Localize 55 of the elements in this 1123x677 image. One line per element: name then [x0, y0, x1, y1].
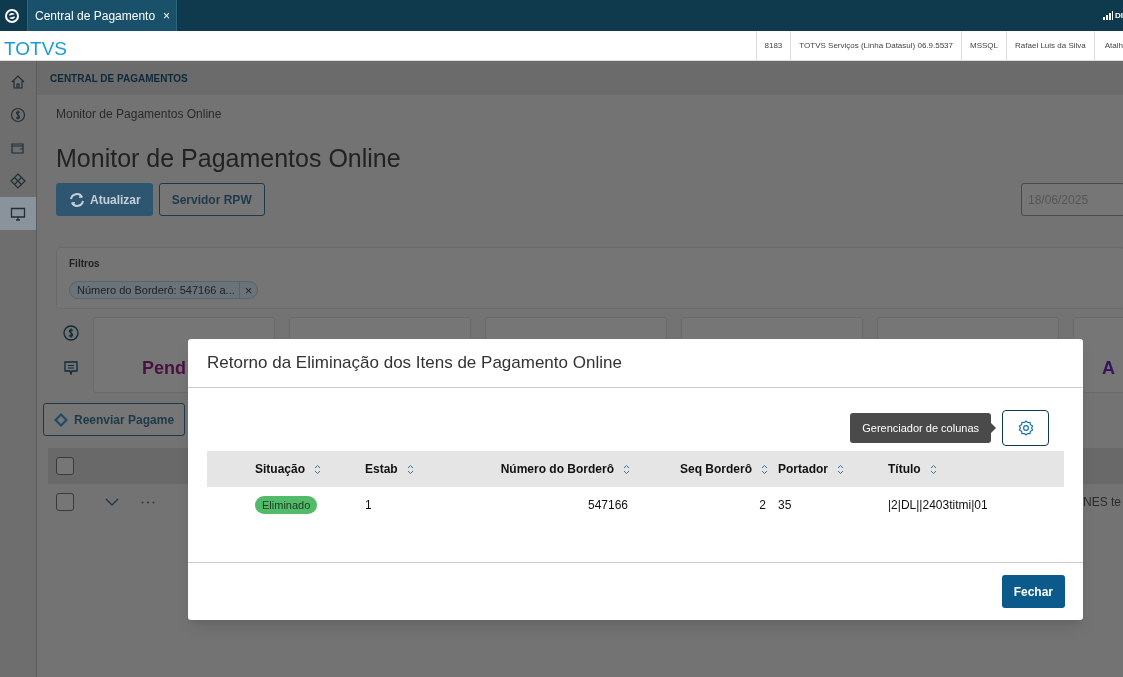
column-header[interactable]: Seq Borderô — [680, 460, 752, 478]
signal-icon — [1103, 11, 1113, 20]
table-cell-text: |2|DL||2403titmi|01 — [888, 497, 988, 514]
refresh-button[interactable]: Atualizar — [56, 183, 153, 216]
filter-label: Filtros — [69, 257, 101, 271]
settings-button[interactable] — [1002, 410, 1049, 446]
section-title: CENTRAL DE PAGAMENTOS — [50, 71, 188, 86]
card-label: Pend — [142, 357, 186, 380]
sort-icon[interactable] — [929, 463, 937, 475]
card-label: A — [1102, 357, 1115, 380]
diamond-icon — [10, 172, 26, 189]
chevron-down-icon[interactable] — [105, 498, 119, 506]
status-text: DI — [1115, 9, 1123, 22]
tab[interactable]: Central de Pagamento — [35, 6, 156, 25]
settings-icon — [1017, 420, 1034, 436]
column-header[interactable]: Título — [888, 460, 921, 478]
checkbox[interactable] — [56, 493, 74, 511]
status-tag: Eliminado — [255, 496, 318, 514]
table-cell-text: 547166 — [587, 497, 628, 514]
header-info: TOTVS Serviços (Linha Datasul) 06.9.5537 — [790, 31, 962, 60]
tooltip-arrow-icon — [991, 423, 996, 433]
checkbox[interactable] — [56, 457, 74, 475]
sort-icon[interactable] — [837, 463, 844, 475]
page-title: Monitor de Pagamentos Online — [56, 143, 401, 173]
more-icon[interactable] — [141, 500, 155, 504]
home-icon — [10, 73, 26, 90]
dollar-icon — [63, 325, 79, 341]
tooltip: Gerenciador de colunas — [850, 413, 991, 443]
table-cell-text: 2 — [759, 497, 766, 514]
sort-icon[interactable] — [623, 463, 630, 475]
table-cell-text: 35 — [778, 497, 792, 514]
diamond-icon — [54, 412, 68, 427]
table-cell-text: 1 — [365, 497, 372, 514]
header-info: Atalh — [1093, 31, 1123, 60]
dollar-icon — [10, 106, 26, 123]
brand-logo: TOTVS — [3, 37, 68, 60]
column-header[interactable]: Situação — [255, 460, 305, 478]
header-info: MSSQL — [961, 31, 1007, 60]
close-button[interactable]: Fechar — [1001, 575, 1065, 608]
modal-title: Retorno da Eliminação dos Itens de Pagamento Online — [207, 352, 622, 375]
close-icon[interactable]: × — [163, 6, 171, 25]
monitor-icon — [10, 205, 26, 222]
sort-icon[interactable] — [761, 463, 768, 475]
message-icon — [64, 361, 78, 375]
column-header[interactable]: Estab — [365, 460, 398, 478]
sort-icon[interactable] — [314, 463, 321, 475]
sort-icon[interactable] — [406, 463, 414, 475]
logo-icon — [4, 7, 20, 24]
header-info: 8183 — [755, 31, 791, 60]
column-header[interactable]: Número do Borderô — [500, 460, 614, 478]
column-header[interactable]: Portador — [778, 460, 828, 478]
sidebar-item[interactable] — [0, 197, 36, 230]
header-info: Rafael Luis da Silva — [1006, 31, 1094, 60]
table-cell-text: NES te — [1083, 494, 1121, 511]
refresh-icon — [68, 191, 86, 208]
